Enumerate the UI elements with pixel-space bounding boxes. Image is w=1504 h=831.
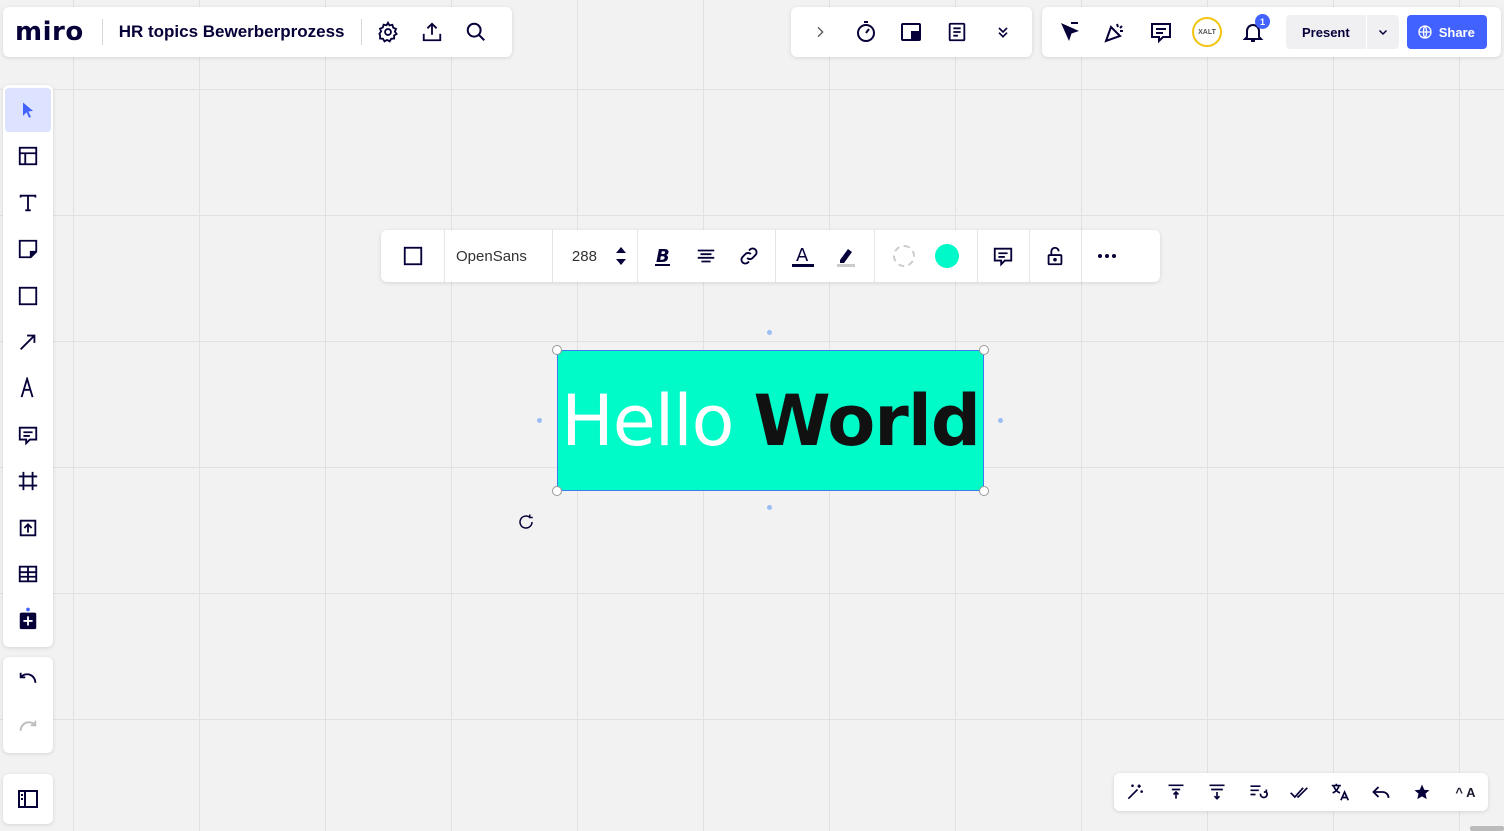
select-tool-icon[interactable] — [5, 88, 51, 132]
connector-dot[interactable] — [767, 330, 772, 335]
cursor-flag-icon[interactable] — [1046, 9, 1092, 55]
star-icon[interactable] — [1404, 774, 1440, 810]
top-left-panel: miro HR topics Bewerberprozess — [3, 7, 512, 57]
resize-handle-top-right[interactable] — [979, 345, 989, 355]
comments-icon[interactable] — [1138, 9, 1184, 55]
shape-square-icon[interactable] — [381, 230, 444, 282]
top-right-panel: XALT 1 Present Share — [1042, 7, 1501, 57]
link-icon[interactable] — [728, 230, 771, 282]
chevron-right-icon[interactable] — [799, 11, 841, 53]
search-icon[interactable] — [454, 10, 498, 54]
notification-badge: 1 — [1255, 14, 1270, 29]
magic-wand-icon[interactable] — [1117, 774, 1153, 810]
sidebar-toggle-icon[interactable] — [3, 774, 53, 824]
left-toolbar — [3, 85, 53, 647]
arrow-tool-icon[interactable] — [5, 320, 51, 364]
chevron-down-icon[interactable] — [1365, 15, 1399, 49]
resize-handle-bottom-left[interactable] — [552, 486, 562, 496]
comment-section — [978, 230, 1030, 282]
scrollbar[interactable] — [1470, 826, 1504, 831]
shape-tool-icon[interactable] — [5, 274, 51, 318]
comment-tool-icon[interactable] — [5, 413, 51, 457]
more-section — [1082, 230, 1133, 282]
templates-icon[interactable] — [5, 134, 51, 178]
font-size-input[interactable]: 288 — [553, 248, 611, 265]
present-button[interactable]: Present — [1286, 15, 1366, 49]
present-group: Present — [1286, 15, 1399, 49]
color-section: A — [776, 230, 875, 282]
font-size-stepper[interactable] — [611, 230, 631, 282]
undo-icon[interactable] — [8, 661, 48, 701]
frame-tool-icon[interactable] — [5, 459, 51, 503]
highlighter-icon[interactable] — [825, 230, 868, 282]
text-box[interactable]: Hello World — [557, 350, 984, 491]
fill-color-dot — [935, 244, 960, 268]
comment-icon[interactable] — [982, 230, 1025, 282]
connector-dot[interactable] — [767, 505, 772, 510]
upload-icon[interactable] — [410, 10, 454, 54]
text-color-icon[interactable]: A — [782, 230, 825, 282]
rotate-icon[interactable] — [516, 512, 536, 532]
upload-tool-icon[interactable] — [5, 506, 51, 550]
miro-logo[interactable]: miro — [15, 17, 84, 47]
font-size-section: 288 — [553, 230, 638, 282]
top-center-panel — [791, 7, 1032, 57]
share-label: Share — [1438, 24, 1475, 40]
text-word-world: World — [753, 379, 981, 462]
board-title[interactable]: HR topics Bewerberprozess — [119, 22, 345, 42]
shape-section — [381, 230, 445, 282]
no-border-icon — [893, 245, 916, 267]
resize-handle-bottom-right[interactable] — [979, 486, 989, 496]
lock-section — [1030, 230, 1082, 282]
align-top-icon[interactable] — [1158, 774, 1194, 810]
reorder-icon[interactable] — [1240, 774, 1276, 810]
bottom-right-panel: ^ A — [1114, 773, 1488, 811]
globe-icon — [1418, 25, 1432, 39]
text-tool-icon[interactable] — [5, 181, 51, 225]
fill-color-swatch[interactable] — [926, 230, 969, 282]
share-button[interactable]: Share — [1406, 15, 1487, 49]
connector-dot[interactable] — [537, 418, 542, 423]
add-more-icon[interactable] — [5, 598, 51, 642]
fill-section — [875, 230, 978, 282]
translate-icon[interactable] — [1322, 774, 1358, 810]
redo-icon[interactable] — [8, 709, 48, 749]
reply-icon[interactable] — [1363, 774, 1399, 810]
timer-icon[interactable] — [845, 11, 887, 53]
format-section: B — [638, 230, 776, 282]
connector-dot[interactable] — [998, 418, 1003, 423]
avatar[interactable]: XALT — [1192, 17, 1222, 47]
avatar-text: XALT — [1198, 28, 1216, 36]
divider — [360, 19, 362, 45]
svg-text:B: B — [656, 246, 670, 267]
table-tool-icon[interactable] — [5, 552, 51, 596]
context-toolbar: OpenSans 288 B A — [381, 230, 1160, 282]
more-icon[interactable] — [1086, 230, 1129, 282]
text-word-hello: Hello — [561, 379, 734, 462]
svg-text:A: A — [796, 245, 809, 266]
sticky-note-icon[interactable] — [5, 227, 51, 271]
pen-tool-icon[interactable] — [5, 366, 51, 410]
gear-icon[interactable] — [366, 10, 410, 54]
check-double-icon[interactable] — [1281, 774, 1317, 810]
bold-icon[interactable]: B — [642, 230, 685, 282]
align-center-icon[interactable] — [685, 230, 728, 282]
unlock-icon[interactable] — [1034, 230, 1077, 282]
double-chevron-down-icon[interactable] — [982, 11, 1024, 53]
font-size-toggle[interactable]: ^ A — [1445, 774, 1485, 810]
notes-icon[interactable] — [936, 11, 978, 53]
undo-redo-panel — [3, 657, 53, 753]
resize-handle-top-left[interactable] — [552, 345, 562, 355]
border-color-swatch[interactable] — [883, 230, 926, 282]
divider — [101, 19, 103, 45]
celebrate-icon[interactable] — [1092, 9, 1138, 55]
bell-icon[interactable]: 1 — [1230, 9, 1276, 55]
font-family-section: OpenSans — [445, 230, 553, 282]
font-family-select[interactable]: OpenSans — [445, 248, 552, 265]
align-bottom-icon[interactable] — [1199, 774, 1235, 810]
sticky-frame-icon[interactable] — [890, 11, 932, 53]
